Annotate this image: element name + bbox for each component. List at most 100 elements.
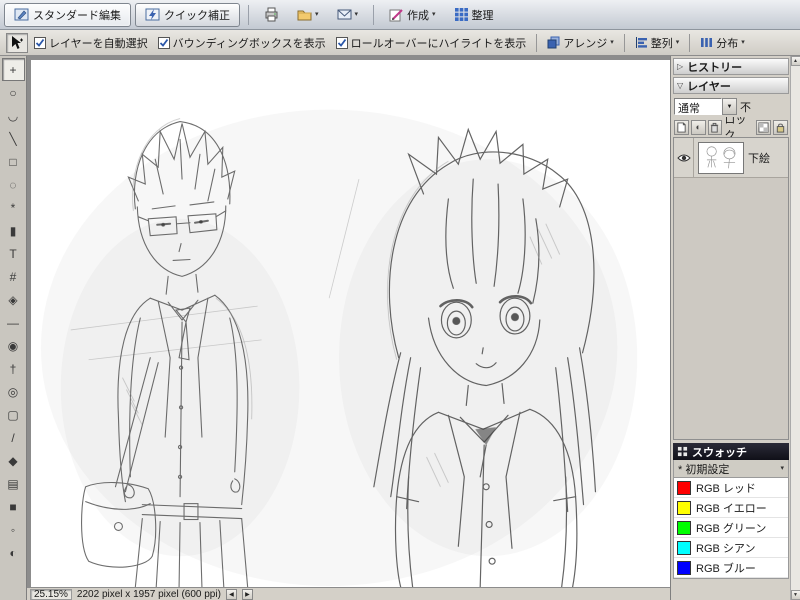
delete-layer-button[interactable]	[707, 119, 723, 135]
swatch-row[interactable]: RGB イエロー	[674, 498, 788, 518]
organize-button-label: 整理	[471, 9, 494, 22]
selection-brush-tool[interactable]: ▮	[2, 219, 25, 242]
history-palette-title: ヒストリー	[687, 61, 743, 74]
tab-standard-edit[interactable]: スタンダード編集	[4, 2, 131, 27]
blend-mode-select[interactable]: 通常 ▼	[674, 98, 737, 115]
lock-all-button[interactable]	[773, 119, 789, 135]
type-tool[interactable]: T	[2, 242, 25, 265]
show-bounding-box-checkbox[interactable]	[157, 36, 170, 49]
cookie-cutter-tool[interactable]: ◈	[2, 288, 25, 311]
magic-wand-tool[interactable]: *	[2, 196, 25, 219]
history-collapse-icon[interactable]: ▷	[677, 62, 683, 71]
lock-label: ロック	[724, 117, 747, 137]
straighten-tool[interactable]: —	[2, 311, 25, 334]
swatch-name: RGB レッド	[696, 482, 756, 495]
create-pen-icon	[389, 7, 404, 22]
layers-collapse-icon[interactable]: ▽	[677, 81, 683, 90]
crop-tool[interactable]: #	[2, 265, 25, 288]
swatch-color-chip[interactable]	[677, 480, 691, 495]
align-dropdown[interactable]: 整列 ▾	[631, 33, 684, 53]
swatch-name: RGB ブルー	[696, 562, 756, 575]
swatch-color-chip[interactable]	[677, 500, 691, 515]
toolbox: + ○ ◡ ╲ □ ◌ * ▮ T # ◈ — ◉ † ◎ ▢ / ◆ ▤ ■ ◦ ◐	[0, 56, 27, 600]
arrange-icon	[547, 36, 560, 49]
distribute-caret-icon: ▾	[741, 39, 745, 46]
new-layer-button[interactable]	[674, 119, 689, 135]
tab-quick-fix[interactable]: クイック補正	[135, 2, 240, 27]
show-bounding-box-option[interactable]: バウンディングボックスを表示	[157, 35, 326, 51]
eraser-tool[interactable]: ▢	[2, 403, 25, 426]
palette-bin-scrollbar[interactable]: ▲ ▼	[790, 56, 800, 600]
swatches-palette: スウォッチ * 初期設定 ▾ RGB レッド RGB イエロー RGB グリーン RG…	[673, 443, 789, 579]
swatch-color-chip[interactable]	[677, 560, 691, 575]
document-window: 25.15% 2202 pixel x 1957 pixel (600 ppi)…	[27, 56, 670, 600]
show-rollover-highlight-option[interactable]: ロールオーバーにハイライトを表示	[335, 35, 526, 51]
sponge-tool[interactable]: ◐	[2, 541, 25, 564]
organize-button[interactable]: 整理	[447, 3, 501, 27]
swatch-preset-value: * 初期設定	[678, 463, 730, 476]
swatch-row[interactable]: RGB ブルー	[674, 558, 788, 578]
lasso-tool[interactable]: ◌	[2, 173, 25, 196]
eye-icon	[676, 154, 691, 161]
auto-select-layer-option[interactable]: レイヤーを自動選択	[34, 35, 148, 51]
printer-icon	[264, 7, 279, 22]
show-rollover-highlight-checkbox[interactable]	[335, 36, 348, 49]
swatch-list: RGB レッド RGB イエロー RGB グリーン RGB シアン RGB ブルー	[673, 478, 789, 579]
layer-row[interactable]: 下絵	[674, 138, 788, 178]
swatch-row[interactable]: RGB グリーン	[674, 518, 788, 538]
blend-mode-value: 通常	[674, 98, 722, 115]
zoom-level-field[interactable]: 25.15%	[30, 588, 72, 600]
scroll-down-icon[interactable]: ▼	[790, 590, 800, 600]
share-button[interactable]: ▾	[330, 3, 366, 27]
swatches-palette-tab[interactable]: スウォッチ	[673, 443, 789, 460]
open-button[interactable]: ▾	[290, 3, 326, 27]
layers-palette-header[interactable]: ▽ レイヤー	[673, 77, 789, 94]
new-adjustment-layer-button[interactable]: ◐	[690, 119, 706, 135]
swatch-row[interactable]: RGB レッド	[674, 478, 788, 498]
history-palette-header[interactable]: ▷ ヒストリー	[673, 58, 789, 75]
scroll-up-icon[interactable]: ▲	[790, 56, 800, 66]
swatch-row[interactable]: RGB シアン	[674, 538, 788, 558]
auto-select-layer-checkbox[interactable]	[34, 36, 46, 49]
canvas-area	[27, 56, 670, 587]
marquee-tool[interactable]: □	[2, 150, 25, 173]
red-eye-removal-tool[interactable]: ◉	[2, 334, 25, 357]
swatch-color-chip[interactable]	[677, 520, 691, 535]
distribute-dropdown[interactable]: 分布 ▾	[696, 33, 749, 53]
blend-mode-dropdown-icon[interactable]: ▼	[722, 98, 737, 115]
swatch-name: RGB イエロー	[696, 502, 767, 515]
zoom-tool[interactable]: ○	[2, 81, 25, 104]
next-document-button[interactable]: ▶	[241, 588, 253, 600]
brush-tool[interactable]: /	[2, 426, 25, 449]
arrange-dropdown[interactable]: アレンジ ▾	[543, 33, 618, 53]
prev-document-button[interactable]: ◀	[225, 588, 237, 600]
blur-tool[interactable]: ◦	[2, 518, 25, 541]
paint-bucket-tool[interactable]: ◆	[2, 449, 25, 472]
options-separator	[536, 33, 538, 52]
create-button-label: 作成	[407, 9, 430, 22]
healing-brush-tool[interactable]: †	[2, 357, 25, 380]
clone-stamp-tool[interactable]: ◎	[2, 380, 25, 403]
standard-edit-icon	[14, 7, 29, 22]
swatch-color-chip[interactable]	[677, 540, 691, 555]
organize-grid-icon	[454, 7, 469, 22]
create-caret-icon: ▾	[432, 11, 436, 18]
lock-transparency-button[interactable]	[756, 119, 772, 135]
create-button[interactable]: 作成 ▾	[382, 3, 443, 27]
folder-icon	[297, 7, 312, 22]
move-tool[interactable]: +	[1, 58, 25, 81]
opacity-label: 不	[740, 101, 751, 114]
align-caret-icon: ▾	[675, 39, 680, 46]
swatch-preset-select[interactable]: * 初期設定 ▾	[673, 460, 789, 478]
canvas[interactable]	[31, 60, 670, 587]
arrange-label: アレンジ	[563, 37, 608, 50]
hand-tool[interactable]: ◡	[2, 104, 25, 127]
print-button[interactable]	[257, 3, 286, 27]
layer-visibility-toggle[interactable]	[674, 138, 694, 177]
shape-tool[interactable]: ■	[2, 495, 25, 518]
swatches-icon	[677, 446, 688, 457]
eyedropper-tool[interactable]: ╲	[2, 127, 25, 150]
quick-fix-icon	[145, 7, 160, 22]
gradient-tool[interactable]: ▤	[2, 472, 25, 495]
layer-name[interactable]: 下絵	[748, 150, 770, 166]
